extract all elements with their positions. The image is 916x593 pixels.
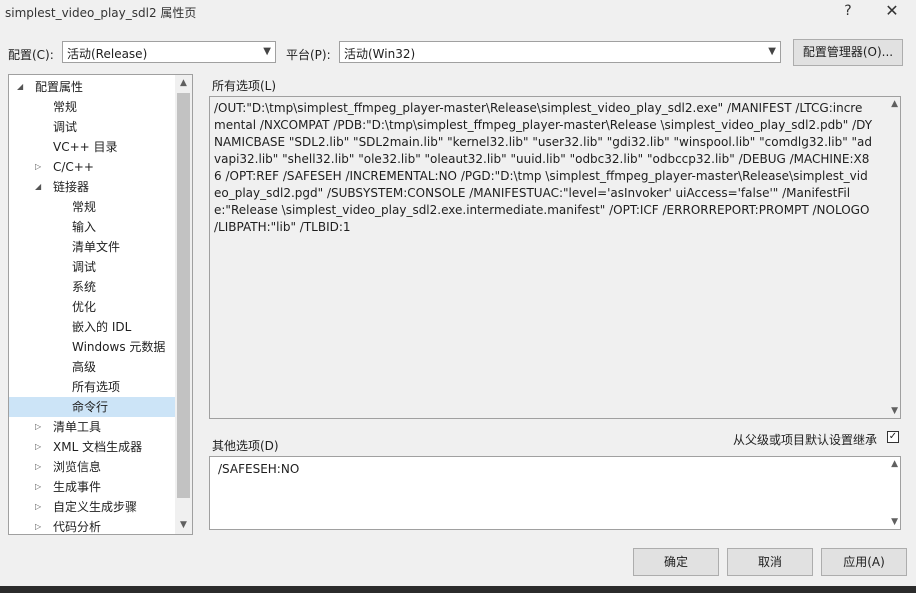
- tree-item-label: 链接器: [53, 180, 90, 194]
- tree-item[interactable]: ▷ 生成事件: [9, 477, 175, 497]
- tree-scrollbar[interactable]: ▲ ▼: [175, 75, 192, 534]
- tree-item-label: 输入: [72, 220, 97, 234]
- tree-item-label: 清单文件: [72, 240, 121, 254]
- config-value: 活动(Release): [67, 47, 148, 61]
- tree-item[interactable]: ▷ 浏览信息: [9, 457, 175, 477]
- title-bar: simplest_video_play_sdl2 属性页 ? ✕: [0, 0, 916, 24]
- taskbar-edge: [0, 586, 916, 593]
- tree-item-label: 系统: [72, 280, 97, 294]
- tree-item-label: 代码分析: [53, 520, 102, 534]
- collapsed-arrow-icon[interactable]: ▷: [35, 417, 41, 437]
- tree-item-label: 浏览信息: [53, 460, 102, 474]
- other-options-label: 其他选项(D): [212, 439, 279, 453]
- tree-item-label: 调试: [53, 120, 78, 134]
- scroll-up-icon[interactable]: ▲: [175, 75, 192, 92]
- apply-button[interactable]: 应用(A): [821, 548, 907, 576]
- collapsed-arrow-icon[interactable]: ▷: [35, 157, 41, 177]
- tree-item[interactable]: 高级: [9, 357, 175, 377]
- tree-item-label: 嵌入的 IDL: [72, 320, 132, 334]
- platform-select[interactable]: 活动(Win32) ▼: [339, 41, 781, 63]
- chevron-down-icon: ▼: [263, 46, 271, 57]
- property-tree: ▷ 代码分析 ▷ 自定义生成步骤 ▷ 生成事件 ▷ 浏览信息 ▷ XML 文档生成器 ▷ 清单工具 命令…: [8, 74, 193, 535]
- collapsed-arrow-icon[interactable]: ▷: [35, 517, 41, 534]
- chevron-down-icon: ▼: [768, 46, 776, 57]
- config-select[interactable]: 活动(Release) ▼: [62, 41, 276, 63]
- tree-item-label: Windows 元数据: [72, 340, 166, 354]
- scroll-thumb[interactable]: [177, 93, 190, 498]
- tree-item[interactable]: 常规: [9, 197, 175, 217]
- all-options-label: 所有选项(L): [212, 79, 277, 93]
- scroll-down-icon[interactable]: ▼: [891, 517, 898, 527]
- collapsed-arrow-icon[interactable]: ▷: [35, 477, 41, 497]
- tree-item-label: 高级: [72, 360, 97, 374]
- tree-item[interactable]: 系统: [9, 277, 175, 297]
- tree-item[interactable]: 调试: [9, 117, 175, 137]
- scroll-up-icon[interactable]: ▲: [891, 459, 898, 469]
- collapsed-arrow-icon[interactable]: ▷: [35, 437, 41, 457]
- platform-value: 活动(Win32): [344, 47, 416, 61]
- ok-button[interactable]: 确定: [633, 548, 719, 576]
- tree-item-label: 常规: [53, 100, 78, 114]
- tree-item[interactable]: ◢ 配置属性: [9, 77, 175, 97]
- tree-item[interactable]: 常规: [9, 97, 175, 117]
- other-options-textbox[interactable]: /SAFESEH:NO ▲ ▼: [209, 456, 901, 530]
- scroll-up-icon[interactable]: ▲: [891, 99, 898, 109]
- tree-item[interactable]: ▷ 清单工具: [9, 417, 175, 437]
- tree-item[interactable]: 优化: [9, 297, 175, 317]
- tree-item-label: 所有选项: [72, 380, 121, 394]
- scroll-down-icon[interactable]: ▼: [175, 517, 192, 534]
- tree-item-label: 自定义生成步骤: [53, 500, 138, 514]
- tree-item-label: C/C++: [53, 160, 94, 174]
- tree-item-label: XML 文档生成器: [53, 440, 143, 454]
- tree-item[interactable]: Windows 元数据: [9, 337, 175, 357]
- inherit-label: 从父级或项目默认设置继承: [733, 433, 878, 447]
- collapsed-arrow-icon[interactable]: ▷: [35, 497, 41, 517]
- window-title: simplest_video_play_sdl2 属性页: [5, 6, 197, 20]
- inherit-checkbox[interactable]: ✓: [887, 431, 899, 443]
- other-options-text: /SAFESEH:NO: [218, 462, 300, 476]
- close-icon[interactable]: ✕: [874, 0, 910, 24]
- collapsed-arrow-icon[interactable]: ▷: [35, 457, 41, 477]
- tree-item-label: 清单工具: [53, 420, 102, 434]
- tree-item-label: 命令行: [72, 400, 109, 414]
- platform-label: 平台(P):: [286, 48, 331, 62]
- tree-item[interactable]: ▷ XML 文档生成器: [9, 437, 175, 457]
- tree-item[interactable]: 所有选项: [9, 377, 175, 397]
- help-icon[interactable]: ?: [830, 0, 866, 24]
- tree-item[interactable]: 清单文件: [9, 237, 175, 257]
- expanded-arrow-icon[interactable]: ◢: [35, 177, 41, 197]
- tree-item[interactable]: ▷ 自定义生成步骤: [9, 497, 175, 517]
- tree-item-label: VC++ 目录: [53, 140, 118, 154]
- tree-item[interactable]: ▷ 代码分析: [9, 517, 175, 534]
- tree-item[interactable]: ▷ C/C++: [9, 157, 175, 177]
- tree-item[interactable]: 输入: [9, 217, 175, 237]
- tree-item[interactable]: 嵌入的 IDL: [9, 317, 175, 337]
- all-options-textbox[interactable]: /OUT:"D:\tmp\simplest_ffmpeg_player-mast…: [209, 96, 901, 419]
- tree-item-label: 常规: [72, 200, 97, 214]
- tree-item[interactable]: ◢ 链接器: [9, 177, 175, 197]
- expanded-arrow-icon[interactable]: ◢: [17, 77, 23, 97]
- config-manager-button[interactable]: 配置管理器(O)...: [793, 39, 903, 66]
- config-label: 配置(C):: [8, 48, 54, 62]
- checkmark-icon: ✓: [888, 431, 898, 442]
- all-options-text: /OUT:"D:\tmp\simplest_ffmpeg_player-mast…: [214, 101, 873, 234]
- tree-item-label: 生成事件: [53, 480, 102, 494]
- cancel-button[interactable]: 取消: [727, 548, 813, 576]
- tree-item-label: 优化: [72, 300, 97, 314]
- tree-item[interactable]: VC++ 目录: [9, 137, 175, 157]
- tree-item-label: 调试: [72, 260, 97, 274]
- tree-item-label: 配置属性: [35, 80, 84, 94]
- scroll-down-icon[interactable]: ▼: [891, 406, 898, 416]
- tree-item[interactable]: 命令行: [9, 397, 175, 417]
- tree-item[interactable]: 调试: [9, 257, 175, 277]
